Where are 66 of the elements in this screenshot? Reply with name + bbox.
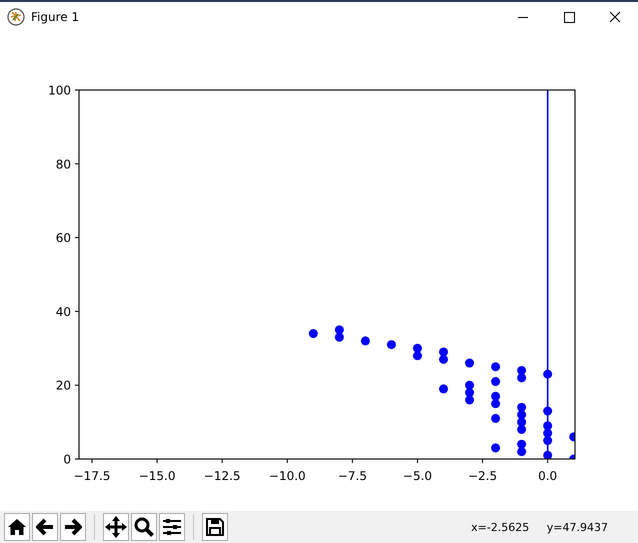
data-point (543, 450, 552, 459)
cursor-coordinates: x=-2.5625 y=47.9437 (471, 520, 608, 534)
data-point (412, 351, 422, 360)
data-point (465, 395, 474, 404)
data-point (439, 354, 448, 364)
back-button[interactable] (32, 513, 58, 541)
data-point (517, 410, 526, 420)
app-icon (7, 8, 25, 26)
data-point (517, 366, 526, 375)
x-tick-label: −2.5 (468, 469, 498, 483)
data-point (543, 406, 552, 416)
right-arrow-icon (62, 516, 84, 538)
left-arrow-icon (34, 516, 56, 538)
y-tick-label: 20 (56, 378, 71, 393)
sliders-icon (161, 516, 183, 538)
move-icon (104, 515, 128, 539)
data-point (334, 325, 344, 334)
data-point (465, 388, 474, 398)
data-point (439, 348, 448, 356)
data-point (569, 432, 575, 442)
data-point (360, 336, 370, 346)
configure-button[interactable] (159, 513, 185, 541)
data-point (439, 384, 448, 394)
x-tick-label: −17.5 (74, 469, 110, 483)
x-tick-label: −15.0 (138, 469, 176, 483)
y-tick-label: 100 (48, 84, 71, 98)
window-title: Figure 1 (31, 10, 80, 24)
data-point (491, 362, 500, 372)
data-point (491, 392, 500, 401)
data-point (517, 440, 526, 449)
pan-button[interactable] (103, 513, 129, 541)
data-point (543, 421, 552, 430)
data-point (517, 424, 526, 434)
data-point (543, 436, 552, 446)
y-tick-label: 40 (56, 304, 71, 319)
y-tick-label: 60 (56, 231, 71, 246)
zoom-button[interactable] (131, 513, 157, 541)
magnifier-icon (133, 516, 155, 538)
data-point (517, 418, 526, 427)
data-point (517, 447, 526, 456)
data-point (334, 332, 344, 342)
data-point (491, 399, 500, 408)
x-tick-label: 0.0 (538, 469, 558, 483)
x-tick-label: −7.5 (338, 469, 367, 483)
home-button[interactable] (4, 513, 30, 541)
data-point (491, 414, 500, 423)
home-icon (6, 516, 28, 538)
x-tick-label: −12.5 (204, 469, 241, 483)
y-tick-label: 80 (56, 157, 71, 172)
data-point (517, 402, 526, 412)
x-tick-label: −5.0 (402, 469, 432, 483)
save-button[interactable] (202, 513, 228, 541)
x-tick-label: −10.0 (268, 469, 306, 483)
data-point (569, 454, 575, 459)
data-point (491, 443, 500, 452)
data-point (412, 344, 422, 353)
forward-button[interactable] (60, 513, 86, 541)
data-point (543, 370, 552, 379)
data-point (491, 377, 500, 386)
y-tick-label: 0 (63, 452, 71, 466)
data-point (465, 358, 474, 368)
data-point (543, 428, 552, 438)
data-point (308, 329, 318, 338)
data-point (386, 340, 396, 350)
data-point (517, 373, 526, 382)
data-point (465, 380, 474, 390)
